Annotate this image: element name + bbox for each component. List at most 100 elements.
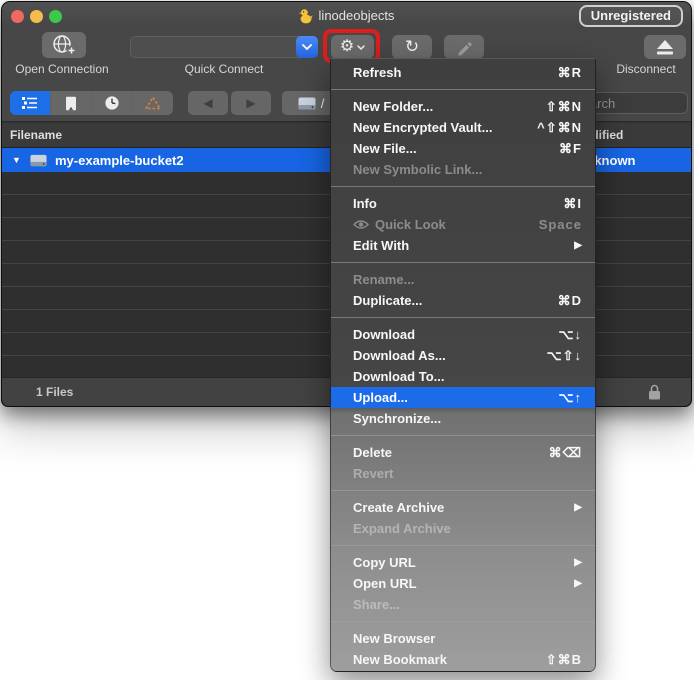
menu-item-label: Copy URL: [353, 555, 416, 570]
disconnect-label: Disconnect: [616, 62, 676, 76]
menu-item-label: Revert: [353, 466, 394, 481]
submenu-arrow-icon: ▶: [574, 502, 582, 513]
menu-item-download-as[interactable]: Download As... ⌥⇧↓: [331, 345, 595, 366]
menu-item-label: Download To...: [353, 369, 445, 384]
lock-icon[interactable]: [648, 384, 661, 401]
menu-item-shortcut: ⌘R: [557, 64, 582, 80]
menu-item-label: New Bookmark: [353, 652, 447, 667]
back-button: ◀: [188, 91, 228, 115]
bookmark-icon: [66, 96, 76, 110]
menu-item-shortcut: ^⇧⌘N: [537, 119, 582, 135]
file-count-status: 1 Files: [36, 385, 74, 399]
menu-item-label: New Symbolic Link...: [353, 162, 483, 177]
menu-item-label: Quick Look: [375, 217, 446, 232]
quick-connect-dropdown-button[interactable]: [296, 36, 318, 58]
menu-item-copy-url[interactable]: Copy URL ▶: [331, 552, 595, 573]
forward-button: ▶: [231, 91, 271, 115]
menu-separator: [331, 490, 595, 491]
menu-item-label: Edit With: [353, 238, 410, 253]
menu-separator: [331, 435, 595, 436]
menu-item-create-archive[interactable]: Create Archive ▶: [331, 497, 595, 518]
menu-item-shortcut: ⌥↑: [558, 389, 582, 405]
menu-item-shortcut: ⌥⇧↓: [546, 347, 582, 363]
menu-item-label: Open URL: [353, 576, 417, 591]
menu-item-duplicate[interactable]: Duplicate... ⌘D: [331, 290, 595, 311]
menu-separator: [331, 317, 595, 318]
menu-item-new-bookmark[interactable]: New Bookmark ⇧⌘B: [331, 649, 595, 670]
menu-item-label: Upload...: [353, 390, 408, 405]
menu-item-revert: Revert: [331, 463, 595, 484]
menu-item-refresh[interactable]: Refresh ⌘R: [331, 62, 595, 83]
menu-item-share: Share...: [331, 594, 595, 615]
menu-item-edit-with[interactable]: Edit With ▶: [331, 235, 595, 256]
menu-item-quick-look: Quick Look Space: [331, 214, 595, 235]
unregistered-badge: Unregistered: [578, 5, 683, 27]
action-menu: Refresh ⌘R New Folder... ⇧⌘N New Encrypted V…: [330, 58, 596, 672]
menu-item-label: Rename...: [353, 272, 415, 287]
menu-item-new-file[interactable]: New File... ⌘F: [331, 138, 595, 159]
menu-item-shortcut: ⌘⌫: [548, 444, 582, 460]
bonjour-view-button[interactable]: [133, 91, 173, 115]
bucket-drive-icon: [30, 154, 47, 166]
menu-item-rename: Rename...: [331, 269, 595, 290]
menu-item-download[interactable]: Download ⌥↓: [331, 324, 595, 345]
menu-item-delete[interactable]: Delete ⌘⌫: [331, 442, 595, 463]
menu-separator: [331, 262, 595, 263]
eject-icon: [657, 39, 673, 54]
menu-separator: [331, 545, 595, 546]
clock-icon: [105, 96, 119, 110]
menu-item-new-encrypted-vault[interactable]: New Encrypted Vault... ^⇧⌘N: [331, 117, 595, 138]
menu-separator: [331, 621, 595, 622]
quick-connect-label: Quick Connect: [184, 62, 264, 76]
bookmarks-view-button[interactable]: [51, 91, 91, 115]
open-connection-button[interactable]: [42, 32, 86, 58]
cyberduck-duck-icon: [298, 8, 313, 23]
menu-separator: [331, 186, 595, 187]
bucket-name: my-example-bucket2: [55, 152, 184, 168]
menu-item-label: Download As...: [353, 348, 446, 363]
menu-item-label: New Encrypted Vault...: [353, 120, 493, 135]
disconnect-button[interactable]: [644, 35, 686, 59]
drive-icon: [298, 97, 316, 109]
menu-item-label: Synchronize...: [353, 411, 442, 426]
disclosure-triangle-icon[interactable]: ▼: [12, 155, 24, 165]
eye-icon: [353, 220, 369, 229]
outline-list-icon: [22, 97, 37, 109]
menu-item-shortcut: ⌘I: [563, 195, 582, 211]
menu-item-shortcut: ⌥↓: [558, 326, 582, 342]
view-segmented-control: [10, 91, 173, 115]
menu-item-synchronize[interactable]: Synchronize...: [331, 408, 595, 429]
menu-item-label: New File...: [353, 141, 417, 156]
window-title: linodeobjects: [318, 8, 395, 23]
menu-item-download-to[interactable]: Download To...: [331, 366, 595, 387]
menu-item-info[interactable]: Info ⌘I: [331, 193, 595, 214]
submenu-arrow-icon: ▶: [574, 578, 582, 589]
menu-item-expand-archive: Expand Archive: [331, 518, 595, 539]
menu-item-label: New Browser: [353, 631, 436, 646]
bonjour-icon: [145, 96, 161, 109]
outline-view-button[interactable]: [10, 91, 50, 115]
globe-plus-icon: [53, 35, 77, 56]
menu-item-new-folder[interactable]: New Folder... ⇧⌘N: [331, 96, 595, 117]
back-arrow-icon: ◀: [203, 96, 213, 110]
menu-item-shortcut: ⇧⌘N: [545, 98, 582, 114]
quick-connect-field[interactable]: [130, 36, 318, 58]
open-connection-label: Open Connection: [15, 62, 109, 76]
forward-arrow-icon: ▶: [246, 96, 256, 110]
path-root-label: /: [320, 95, 325, 111]
refresh-button[interactable]: ↻: [392, 35, 432, 59]
menu-item-open-url[interactable]: Open URL ▶: [331, 573, 595, 594]
menu-item-new-symbolic-link: New Symbolic Link...: [331, 159, 595, 180]
menu-item-new-browser[interactable]: New Browser: [331, 628, 595, 649]
menu-item-label: Refresh: [353, 65, 402, 80]
menu-item-label: Info: [353, 196, 377, 211]
menu-item-label: Delete: [353, 445, 393, 460]
title-bar: linodeobjects Unregistered: [2, 2, 691, 29]
column-header-filename[interactable]: Filename: [10, 128, 62, 142]
menu-item-upload[interactable]: Upload... ⌥↑: [331, 387, 595, 408]
menu-item-shortcut: ⌘F: [559, 140, 582, 156]
history-view-button[interactable]: [92, 91, 132, 115]
pencil-icon: [458, 42, 472, 56]
menu-item-label: Create Archive: [353, 500, 445, 515]
submenu-arrow-icon: ▶: [574, 557, 582, 568]
